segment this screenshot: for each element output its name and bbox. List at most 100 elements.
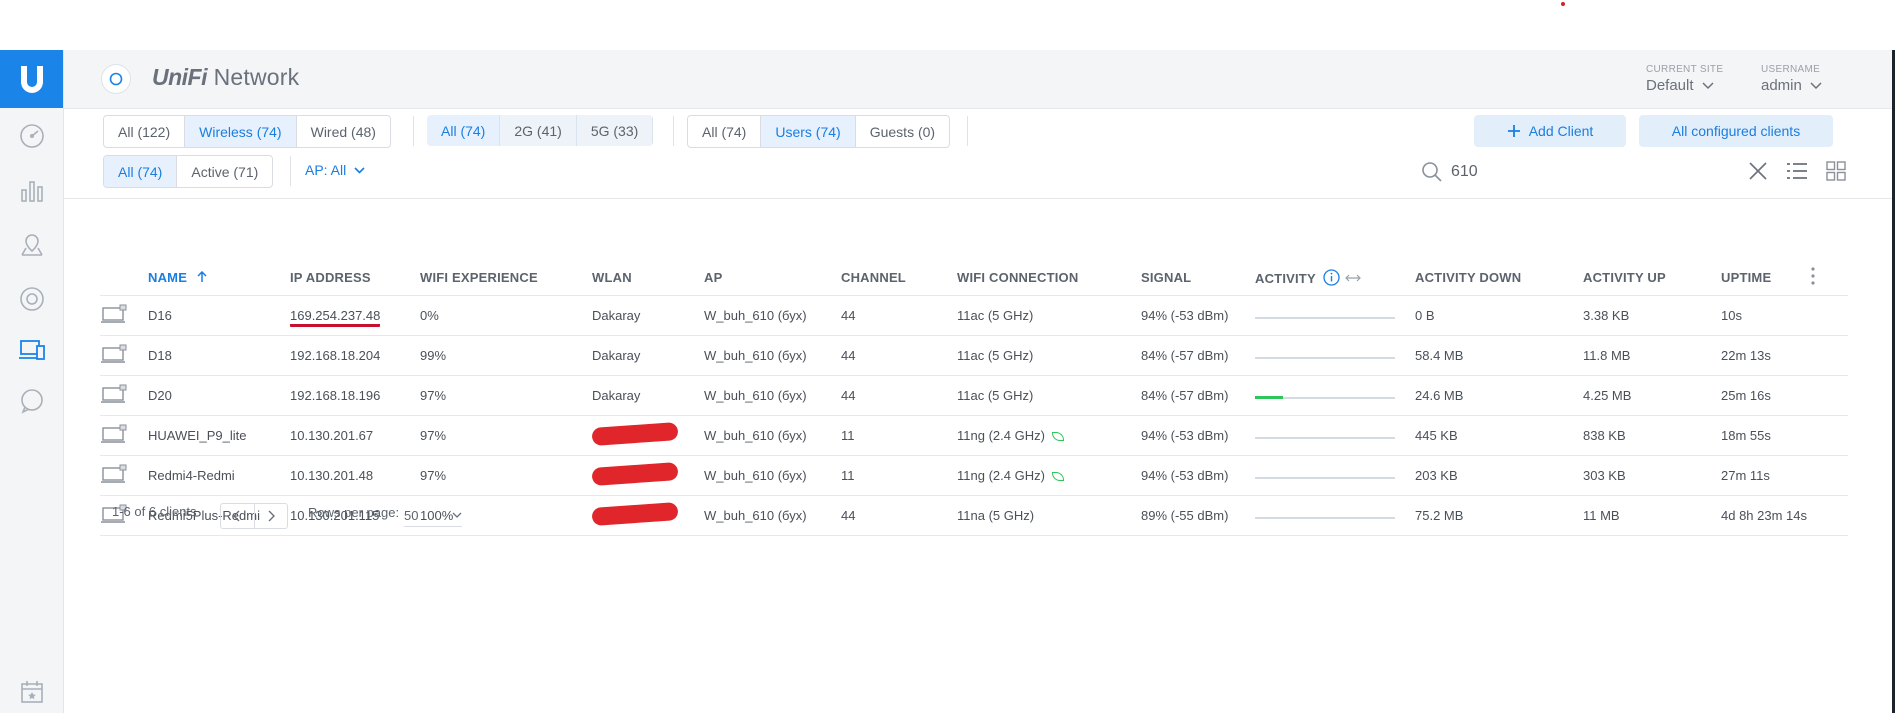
activity-bar	[1255, 476, 1395, 479]
filter-2g[interactable]: 2G (41)	[500, 115, 577, 146]
wlan-cell	[592, 455, 704, 496]
filter-all-states[interactable]: All (74)	[104, 156, 178, 187]
activity-down: 58.4 MB	[1415, 335, 1583, 376]
clear-search-icon[interactable]	[1748, 161, 1768, 181]
client-name[interactable]: HUAWEI_P9_lite	[148, 415, 290, 456]
ap-link[interactable]: W_buh_610 (бух)	[704, 455, 841, 496]
clients-icon[interactable]	[18, 336, 46, 364]
divider	[673, 116, 674, 146]
channel: 44	[841, 375, 957, 416]
ubiquiti-logo-icon[interactable]	[0, 50, 63, 108]
signal: 89% (-55 dBm)	[1141, 495, 1255, 536]
list-view-icon[interactable]	[1786, 161, 1808, 181]
username-value: admin	[1761, 77, 1802, 94]
column-header-activity[interactable]: ACTIVITY	[1255, 259, 1415, 296]
app-title: UniFi Network	[152, 64, 299, 91]
chevron-down-icon	[354, 166, 365, 174]
previous-page-button[interactable]	[221, 504, 255, 528]
column-header-name[interactable]: NAME	[148, 259, 290, 296]
column-header-ap[interactable]: AP	[704, 259, 841, 296]
info-icon[interactable]	[1323, 268, 1341, 286]
signal: 94% (-53 dBm)	[1141, 295, 1255, 336]
ap-link[interactable]: W_buh_610 (бух)	[704, 335, 841, 376]
search-input[interactable]	[1451, 160, 1711, 184]
site-value: Default	[1646, 77, 1694, 94]
table-row[interactable]: D16 169.254.237.48 0% Dakaray W_buh_610 (бух…	[100, 295, 1848, 336]
uptime: 18m 55s	[1721, 415, 1811, 456]
sort-ascending-icon	[197, 270, 207, 282]
events-calendar-icon[interactable]	[18, 678, 46, 706]
filter-active[interactable]: Active (71)	[177, 156, 272, 187]
user-menu[interactable]: admin	[1761, 77, 1822, 94]
filter-all-bands[interactable]: All (74)	[427, 115, 501, 146]
table-row[interactable]: Redmi4-Redmi 10.130.201.48 97% W_buh_610 (б…	[100, 455, 1848, 496]
wlan-cell	[592, 495, 704, 536]
add-client-button[interactable]: Add Client	[1474, 115, 1626, 147]
chevron-right-icon	[268, 510, 275, 522]
client-name[interactable]: Redmi4-Redmi	[148, 455, 290, 496]
column-menu-icon[interactable]	[1811, 259, 1848, 296]
table-row[interactable]: HUAWEI_P9_lite 10.130.201.67 97% W_buh_610 …	[100, 415, 1848, 456]
column-header-wifi-experience[interactable]: WIFI EXPERIENCE	[420, 259, 592, 296]
column-header-signal[interactable]: SIGNAL	[1141, 259, 1255, 296]
activity-cell	[1255, 495, 1415, 536]
activity-up: 11 MB	[1583, 495, 1721, 536]
column-header-channel[interactable]: CHANNEL	[841, 259, 957, 296]
filter-users[interactable]: Users (74)	[761, 116, 856, 147]
filter-guests[interactable]: Guests (0)	[856, 116, 949, 147]
table-row[interactable]: D18 192.168.18.204 99% Dakaray W_buh_610 (бу…	[100, 335, 1848, 376]
rows-per-page-select[interactable]: 50	[404, 504, 462, 527]
all-configured-clients-button[interactable]: All configured clients	[1639, 115, 1833, 147]
activity-bar	[1255, 356, 1395, 359]
ip-address-cell: 10.130.201.48	[290, 455, 420, 496]
statistics-icon[interactable]	[18, 177, 46, 205]
device-type-icon	[100, 415, 148, 456]
column-header-uptime[interactable]: UPTIME	[1721, 259, 1811, 296]
ap-link[interactable]: W_buh_610 (бух)	[704, 295, 841, 336]
map-icon[interactable]	[18, 231, 46, 259]
wifi-connection: 11na (5 GHz)	[957, 508, 1035, 523]
ap-link[interactable]: W_buh_610 (бух)	[704, 495, 841, 536]
ap-filter-dropdown[interactable]: AP: All	[305, 162, 365, 178]
activity-down: 203 KB	[1415, 455, 1583, 496]
filter-wireless[interactable]: Wireless (74)	[185, 116, 297, 147]
wifi-connection: 11ng (2.4 GHz)	[957, 428, 1045, 443]
activity-cell	[1255, 455, 1415, 496]
filter-all-connections[interactable]: All (122)	[104, 116, 186, 147]
grid-view-icon[interactable]	[1826, 161, 1846, 181]
channel: 11	[841, 415, 957, 456]
swap-arrows-icon[interactable]	[1345, 273, 1362, 283]
client-name[interactable]: D20	[148, 375, 290, 416]
ip-address: 192.168.18.196	[290, 388, 381, 403]
band-filter: All (74) 2G (41) 5G (33)	[427, 115, 654, 146]
signal: 84% (-57 dBm)	[1141, 375, 1255, 416]
column-header-wlan[interactable]: WLAN	[592, 259, 704, 296]
insights-icon[interactable]	[18, 387, 46, 415]
activity-cell	[1255, 295, 1415, 336]
chevron-down-icon	[452, 512, 462, 518]
devices-icon[interactable]	[18, 285, 46, 313]
filter-5g[interactable]: 5G (33)	[577, 115, 654, 146]
row-spacer	[1811, 375, 1848, 416]
ap-link[interactable]: W_buh_610 (бух)	[704, 375, 841, 416]
username-label: USERNAME	[1761, 64, 1821, 75]
pagination-count: 1-6 of 6 clients	[112, 504, 197, 519]
column-header-ip[interactable]: IP ADDRESS	[290, 259, 420, 296]
filter-all-users[interactable]: All (74)	[688, 116, 762, 147]
client-name[interactable]: D18	[148, 335, 290, 376]
dashboard-icon[interactable]	[18, 122, 46, 150]
site-selector[interactable]: Default	[1646, 77, 1714, 94]
connection-filter: All (122) Wireless (74) Wired (48)	[103, 115, 391, 148]
column-header-wifi-connection[interactable]: WIFI CONNECTION	[957, 259, 1141, 296]
channel: 44	[841, 335, 957, 376]
table-row[interactable]: D20 192.168.18.196 97% Dakaray W_buh_610 (бу…	[100, 375, 1848, 416]
filter-wired[interactable]: Wired (48)	[297, 116, 390, 147]
row-spacer	[1811, 415, 1848, 456]
unifi-logo-icon	[102, 65, 130, 93]
ap-link[interactable]: W_buh_610 (бух)	[704, 415, 841, 456]
column-header-activity-down[interactable]: ACTIVITY DOWN	[1415, 259, 1583, 296]
next-page-button[interactable]	[255, 504, 288, 528]
client-name[interactable]: D16	[148, 295, 290, 336]
column-header-activity-up[interactable]: ACTIVITY UP	[1583, 259, 1721, 296]
divider	[413, 116, 414, 146]
